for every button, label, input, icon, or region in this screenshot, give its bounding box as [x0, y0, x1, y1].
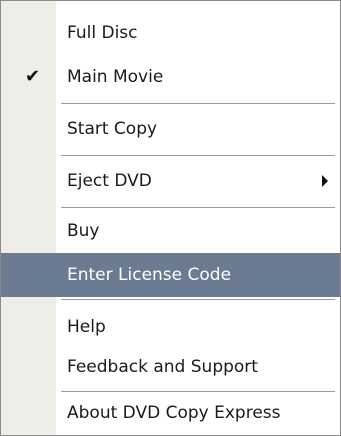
checkmark-icon: ✔	[25, 66, 41, 87]
menu-item-about[interactable]: About DVD Copy Express	[1, 391, 340, 435]
menu-item-label: Start Copy	[67, 119, 158, 139]
menu-item-feedback-and-support[interactable]: Feedback and Support	[1, 345, 340, 389]
menu-item-label: Feedback and Support	[67, 357, 258, 377]
submenu-arrow-icon	[322, 175, 328, 187]
menu-item-label: Buy	[67, 221, 100, 241]
menu-item-help[interactable]: Help	[1, 305, 340, 349]
menu-item-label: Eject DVD	[67, 171, 152, 191]
menu-item-label: Help	[67, 317, 106, 337]
menu-item-label: Main Movie	[67, 67, 164, 87]
menu-item-start-copy[interactable]: Start Copy	[1, 107, 340, 151]
menu-separator	[61, 299, 335, 300]
menu-item-label: About DVD Copy Express	[67, 403, 281, 423]
menu-item-main-movie[interactable]: ✔ Main Movie	[1, 55, 340, 99]
menu-item-label: Full Disc	[67, 23, 138, 43]
context-menu: Full Disc ✔ Main Movie Start Copy Eject …	[0, 0, 341, 436]
menu-item-buy[interactable]: Buy	[1, 209, 340, 253]
menu-item-label: Enter License Code	[67, 265, 232, 285]
menu-item-full-disc[interactable]: Full Disc	[1, 11, 340, 55]
menu-item-eject-dvd[interactable]: Eject DVD	[1, 159, 340, 203]
menu-separator	[61, 155, 335, 156]
menu-separator	[61, 103, 335, 104]
menu-separator	[61, 207, 335, 208]
menu-item-enter-license-code[interactable]: Enter License Code	[1, 253, 340, 297]
